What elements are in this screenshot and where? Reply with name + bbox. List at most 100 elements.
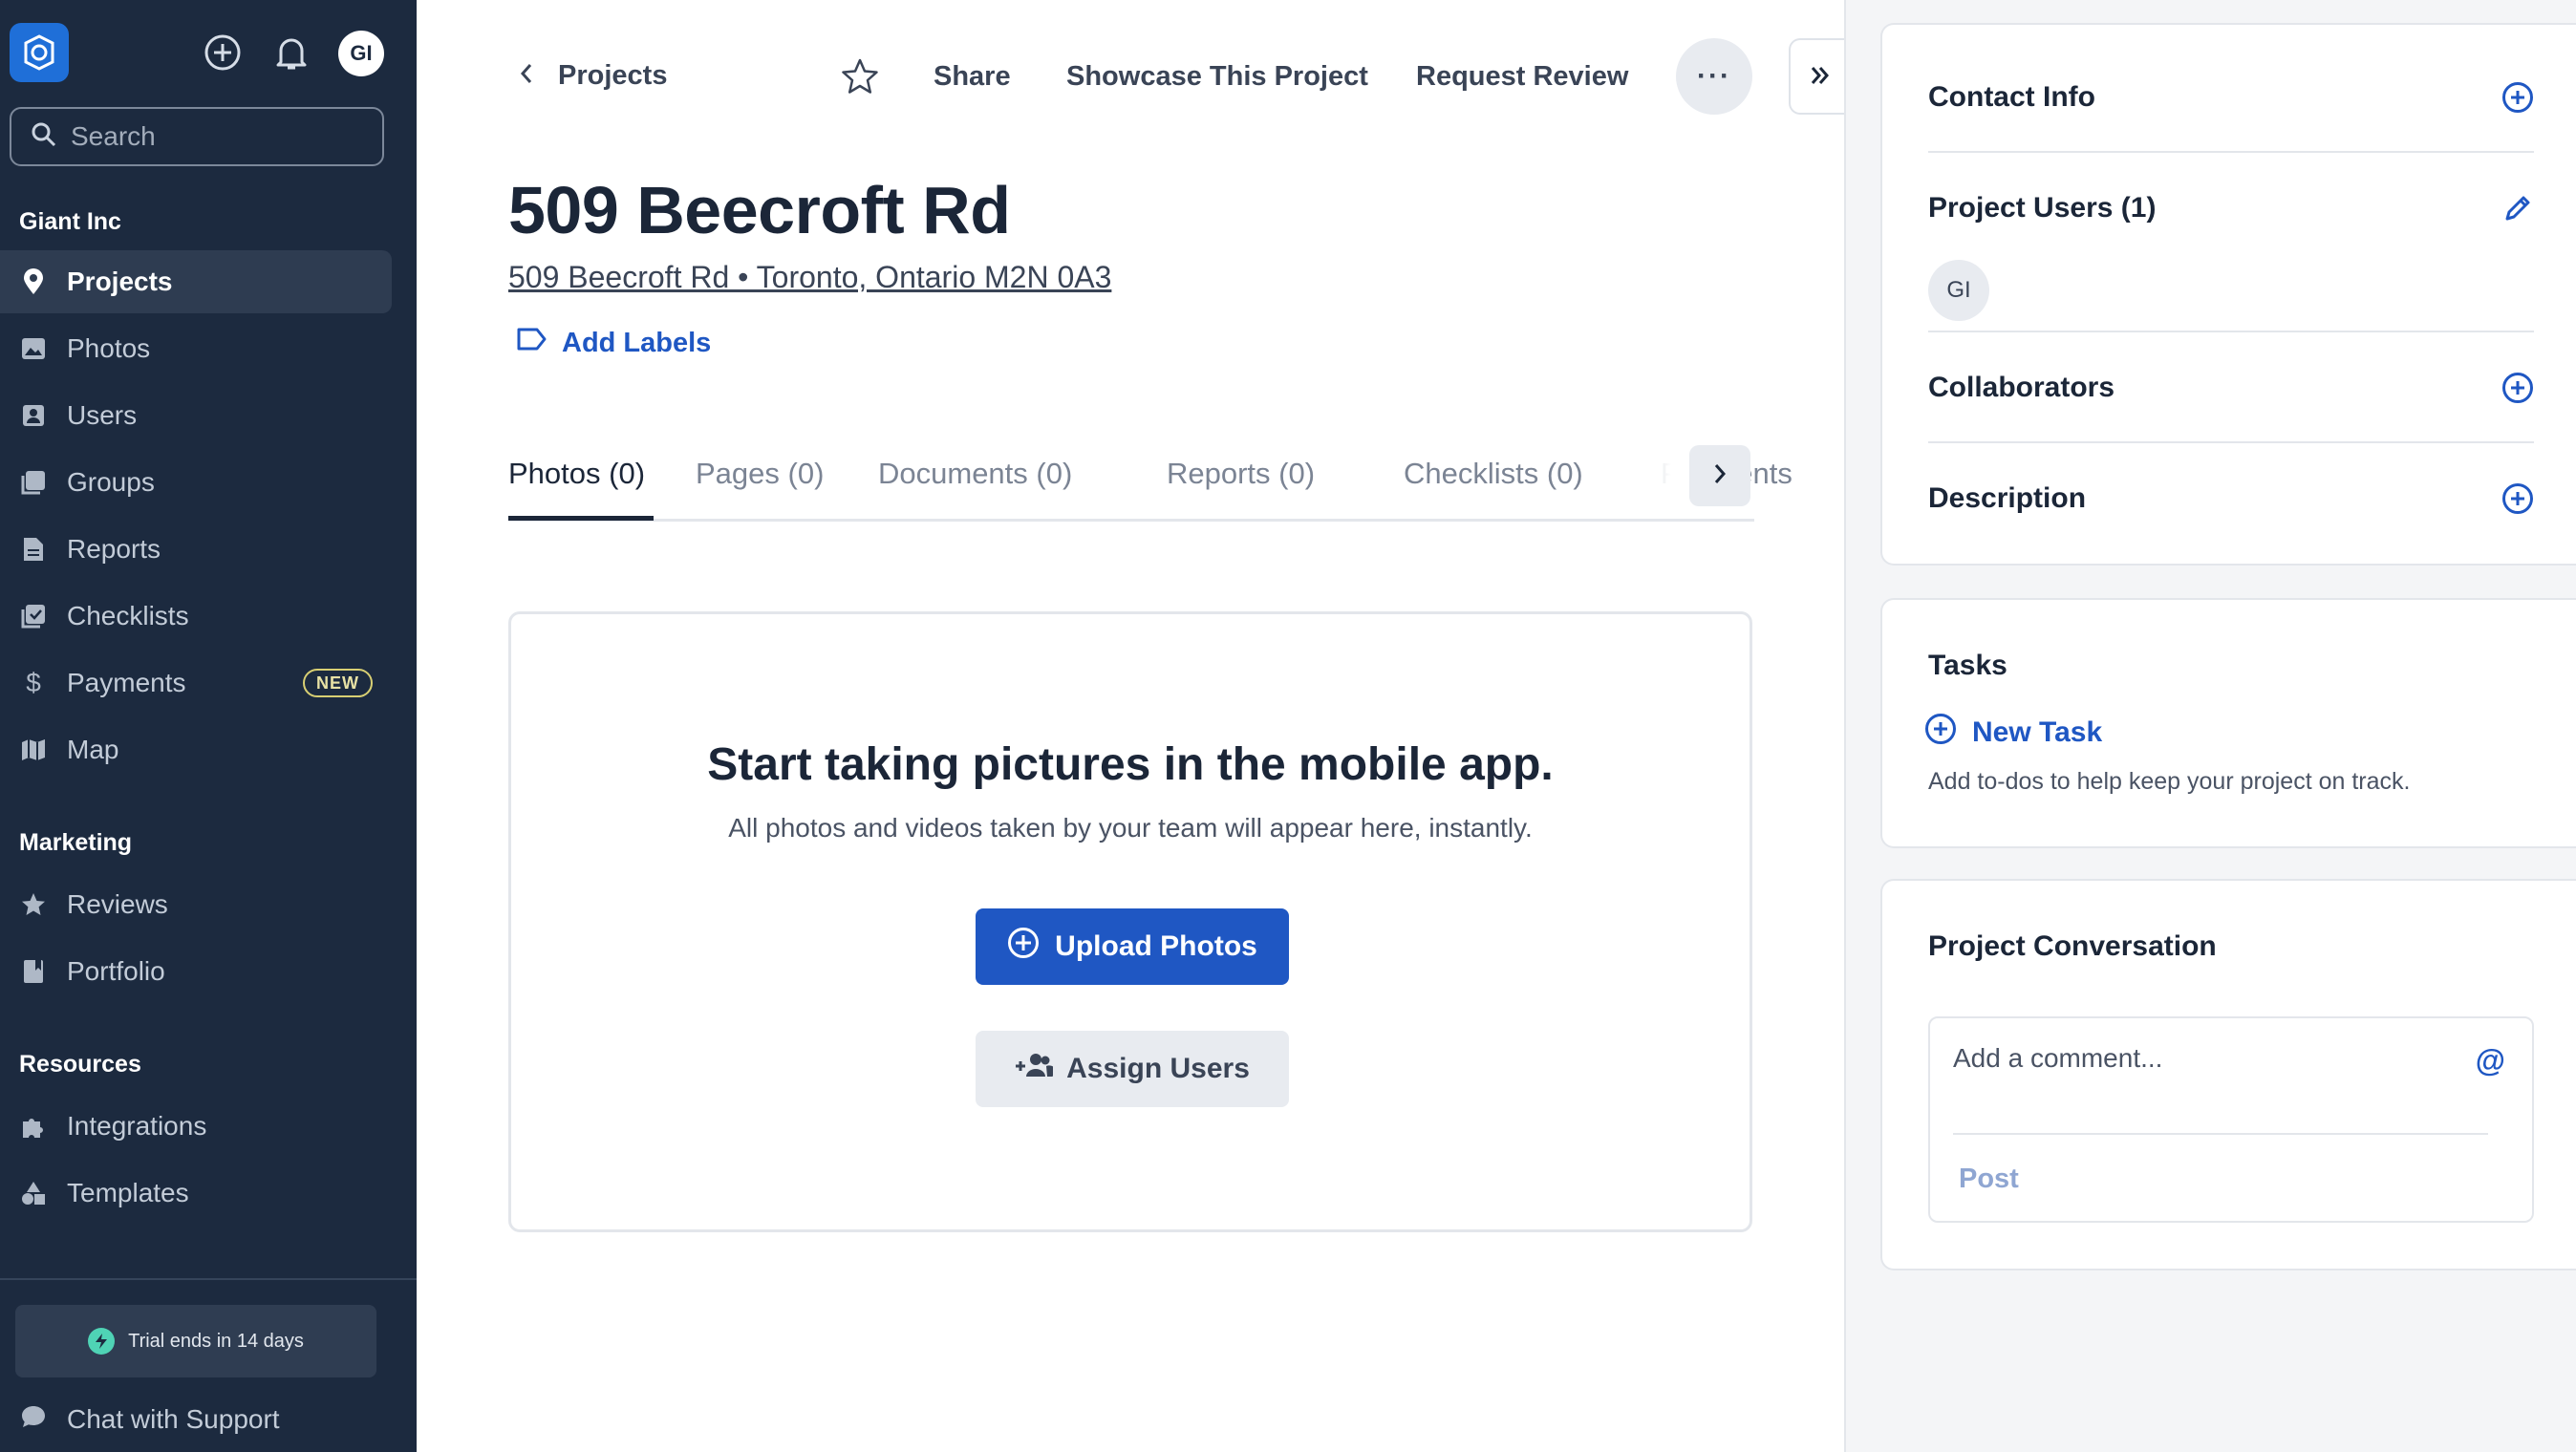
divider — [1928, 441, 2534, 443]
collapse-panel-button[interactable] — [1789, 38, 1850, 115]
tab-checklists[interactable]: Checklists (0) — [1404, 457, 1583, 491]
tab-photos[interactable]: Photos (0) — [508, 457, 645, 491]
sidebar-item-photos[interactable]: Photos — [0, 317, 392, 380]
showcase-project-button[interactable]: Showcase This Project — [1066, 61, 1368, 93]
new-task-label: New Task — [1972, 716, 2103, 748]
tasks-help-text: Add to-dos to help keep your project on … — [1928, 768, 2411, 795]
back-to-projects-link[interactable]: Projects — [520, 59, 667, 92]
marketing-section-title: Marketing — [19, 829, 133, 856]
add-collaborator-icon[interactable] — [2501, 372, 2534, 404]
comment-input[interactable] — [1953, 1043, 2450, 1091]
ellipsis-icon: ··· — [1697, 60, 1731, 92]
conversation-card: Project Conversation @ Post — [1880, 879, 2576, 1270]
sidebar-item-label: Groups — [67, 467, 155, 497]
sidebar: GI Giant Inc Projects Photos Users Group… — [0, 0, 417, 1452]
mention-at-icon[interactable]: @ — [2476, 1043, 2505, 1078]
puzzle-icon — [21, 1114, 46, 1139]
map-pin-icon — [21, 268, 46, 294]
groups-icon — [21, 470, 46, 495]
app-logo-icon[interactable] — [10, 23, 69, 82]
sidebar-item-users[interactable]: Users — [0, 384, 392, 447]
project-toolbar: Projects Share Showcase This Project Req… — [417, 38, 1850, 115]
sidebar-item-groups[interactable]: Groups — [0, 451, 392, 514]
sidebar-item-label: Integrations — [67, 1111, 207, 1141]
request-review-button[interactable]: Request Review — [1416, 61, 1628, 93]
sidebar-item-reports[interactable]: Reports — [0, 518, 392, 581]
map-icon — [21, 737, 46, 762]
sidebar-item-label: Reviews — [67, 889, 168, 919]
add-labels-label: Add Labels — [562, 327, 712, 358]
add-circle-icon[interactable] — [201, 31, 245, 75]
contact-info-row[interactable]: Contact Info — [1928, 75, 2534, 120]
sidebar-item-portfolio[interactable]: Portfolio — [0, 940, 392, 1003]
search-icon — [31, 121, 57, 153]
trial-banner[interactable]: Trial ends in 14 days — [15, 1305, 376, 1377]
chevron-left-icon — [520, 59, 533, 92]
double-chevron-right-icon — [1809, 58, 1832, 96]
assign-users-button[interactable]: Assign Users — [976, 1031, 1289, 1107]
tag-icon — [516, 327, 547, 359]
bell-icon[interactable] — [269, 31, 313, 75]
post-comment-button[interactable]: Post — [1959, 1164, 2019, 1195]
project-tabs: Photos (0) Pages (0) Documents (0) Repor… — [508, 441, 1792, 522]
project-title: 509 Beecroft Rd — [508, 173, 1011, 247]
back-label: Projects — [558, 59, 668, 91]
collaborators-title: Collaborators — [1928, 372, 2115, 403]
empty-state-subtitle: All photos and videos taken by your team… — [728, 813, 1533, 843]
portfolio-icon — [21, 959, 46, 984]
chat-support-link[interactable]: Chat with Support — [21, 1404, 280, 1435]
sidebar-item-label: Map — [67, 735, 119, 764]
favorite-star-icon[interactable] — [839, 55, 881, 97]
dollar-icon: $ — [26, 668, 41, 697]
project-info-card: Contact Info Project Users (1) GI Collab… — [1880, 23, 2576, 566]
project-address-link[interactable]: 509 Beecroft Rd • Toronto, Ontario M2N 0… — [508, 260, 1111, 295]
add-description-icon[interactable] — [2501, 482, 2534, 515]
sidebar-item-label: Portfolio — [67, 956, 165, 986]
sidebar-item-map[interactable]: Map — [0, 718, 392, 781]
tabs-scroll-right-button[interactable] — [1689, 445, 1750, 506]
user-avatar[interactable]: GI — [338, 31, 384, 76]
support-label: Chat with Support — [67, 1404, 280, 1434]
sidebar-item-label: Reports — [67, 534, 161, 564]
composer-divider — [1953, 1133, 2488, 1135]
sidebar-item-reviews[interactable]: Reviews — [0, 873, 392, 936]
edit-pencil-icon[interactable] — [2501, 192, 2534, 224]
sidebar-item-label: Projects — [67, 267, 173, 296]
conversation-title: Project Conversation — [1928, 930, 2217, 962]
add-users-icon — [1015, 1052, 1057, 1086]
search-box[interactable] — [10, 107, 384, 166]
add-contact-icon[interactable] — [2501, 81, 2534, 114]
upload-photos-button[interactable]: Upload Photos — [976, 908, 1289, 985]
tab-documents[interactable]: Documents (0) — [878, 457, 1072, 491]
sidebar-item-label: Photos — [67, 333, 151, 363]
project-user-avatar[interactable]: GI — [1928, 260, 1989, 321]
share-button[interactable]: Share — [934, 61, 1011, 93]
sidebar-item-checklists[interactable]: Checklists — [0, 585, 392, 648]
divider — [1928, 151, 2534, 153]
chat-bubble-icon — [21, 1404, 46, 1435]
add-labels-button[interactable]: Add Labels — [516, 327, 711, 359]
description-row[interactable]: Description — [1928, 476, 2534, 522]
sidebar-item-templates[interactable]: Templates — [0, 1162, 392, 1225]
comment-composer: @ Post — [1928, 1016, 2534, 1223]
search-input[interactable] — [71, 121, 376, 152]
sidebar-item-label: Payments — [67, 668, 186, 697]
sidebar-item-integrations[interactable]: Integrations — [0, 1095, 392, 1158]
trial-text: Trial ends in 14 days — [128, 1330, 304, 1352]
tabs-fade — [1598, 441, 1703, 516]
sidebar-item-label: Templates — [67, 1178, 189, 1207]
tab-reports[interactable]: Reports (0) — [1167, 457, 1315, 491]
new-task-button[interactable]: New Task — [1924, 713, 2102, 753]
tab-pages[interactable]: Pages (0) — [696, 457, 824, 491]
org-name: Giant Inc — [19, 208, 121, 235]
sidebar-header: GI — [0, 0, 417, 107]
sidebar-divider — [0, 1278, 417, 1280]
more-options-button[interactable]: ··· — [1676, 38, 1752, 115]
collaborators-row[interactable]: Collaborators — [1928, 365, 2534, 411]
photos-empty-state: Start taking pictures in the mobile app.… — [508, 611, 1752, 1232]
active-tab-indicator — [508, 516, 654, 521]
plus-circle-icon — [1007, 927, 1040, 967]
sidebar-item-projects[interactable]: Projects — [0, 250, 392, 313]
sidebar-item-payments[interactable]: $ Payments NEW — [0, 651, 392, 715]
photos-icon — [21, 336, 46, 361]
